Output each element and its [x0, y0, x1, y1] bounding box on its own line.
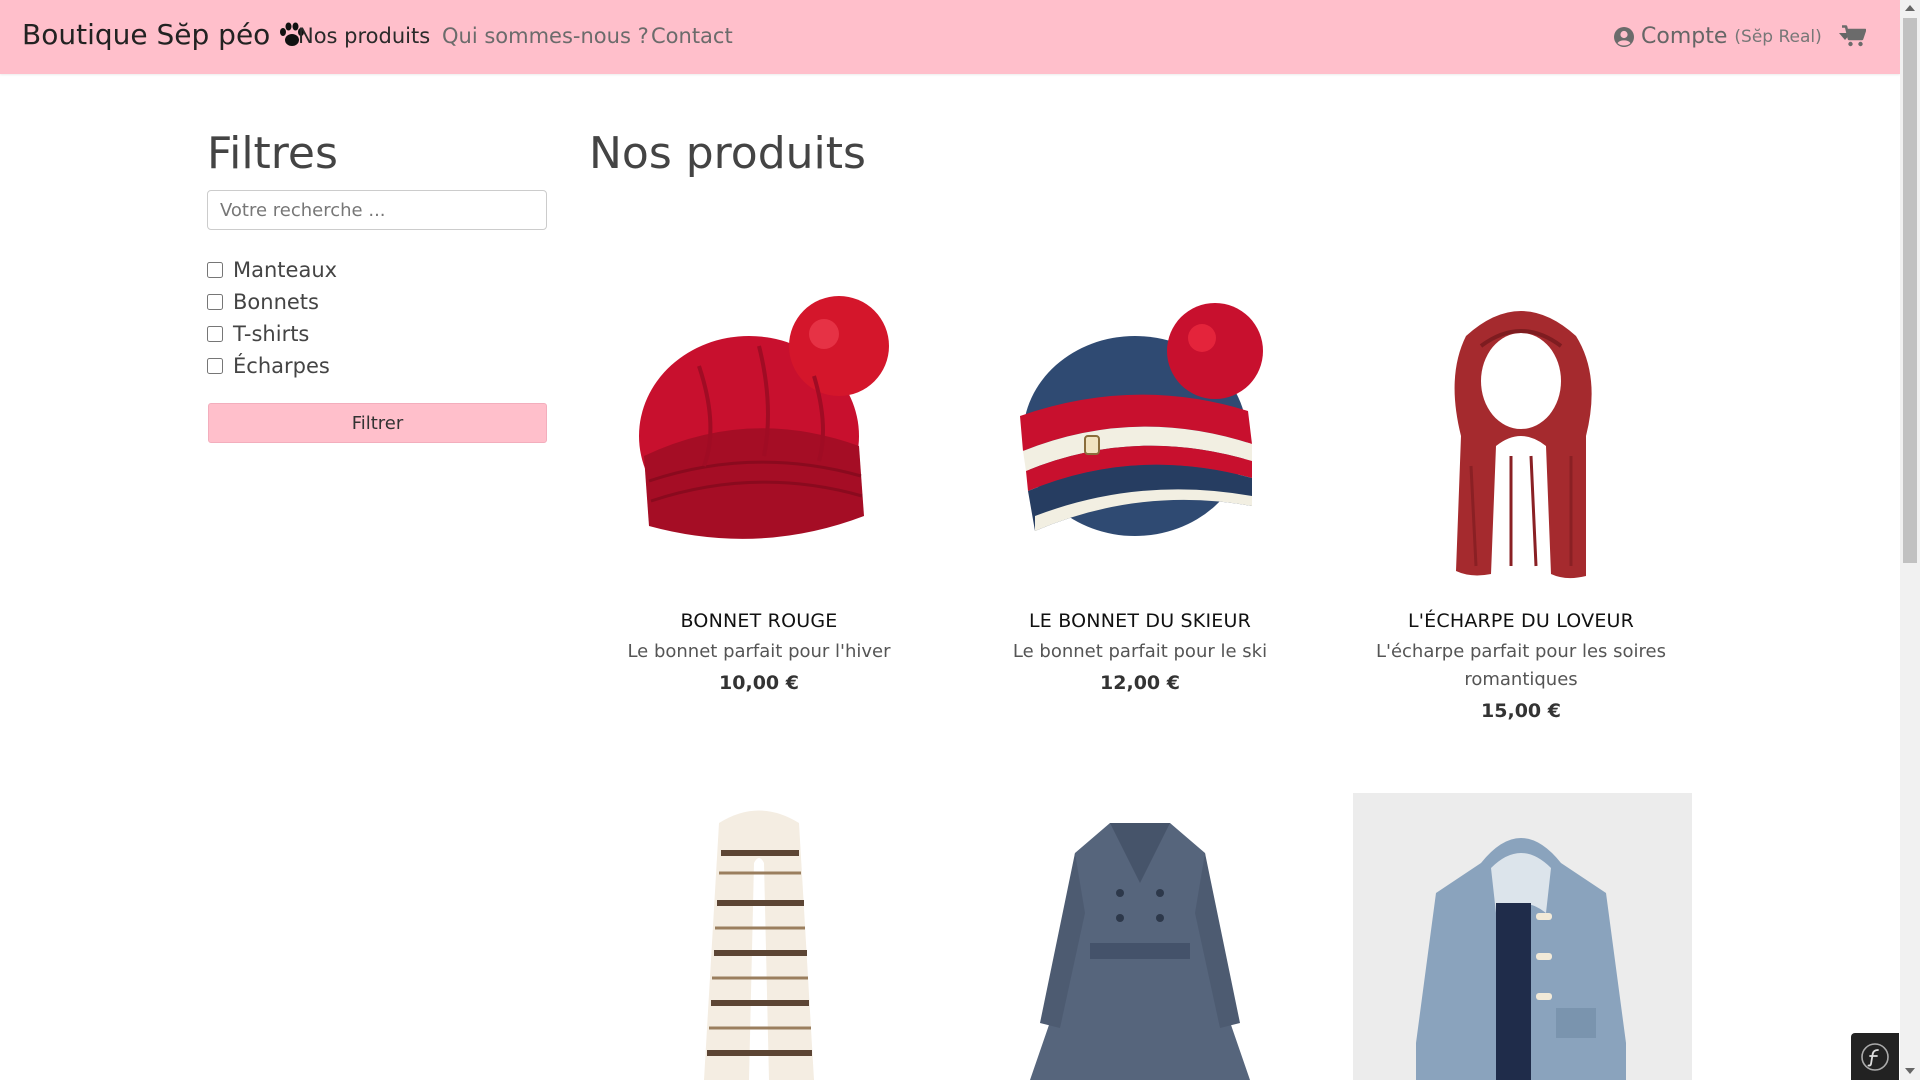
product-name[interactable]: LE BONNET DU SKIEUR [970, 610, 1310, 632]
brand-link[interactable]: Boutique Sĕp péo [22, 18, 306, 51]
nav-link-contact[interactable]: Contact [651, 24, 733, 48]
product-price: 10,00 € [719, 672, 799, 694]
filter-label: Bonnets [233, 290, 319, 314]
filter-option-echarpes[interactable]: Écharpes [207, 354, 330, 378]
checkbox-bonnets[interactable] [207, 294, 223, 310]
product-price: 12,00 € [1100, 672, 1180, 694]
page-scrollbar[interactable] [1900, 0, 1920, 1080]
product-image-striped-scarf[interactable] [609, 793, 909, 1080]
checkbox-tshirts[interactable] [207, 326, 223, 342]
product-description: Le bonnet parfait pour l'hiver [627, 641, 891, 662]
account-username: (Sĕp Real) [1734, 26, 1822, 47]
top-navbar: Boutique Sĕp péo Nos produits Qui sommes… [0, 0, 1900, 74]
symfony-toolbar-button[interactable] [1851, 1033, 1899, 1080]
brand-name: Boutique Sĕp péo [22, 18, 271, 51]
filter-label: T-shirts [233, 322, 310, 346]
product-image-duffle-coat[interactable] [1371, 793, 1671, 1080]
account-dropdown[interactable]: Compte (Sĕp Real) [1614, 24, 1851, 49]
symfony-icon [1861, 1042, 1889, 1071]
shopping-cart-icon [1842, 25, 1867, 47]
cart-button[interactable] [1842, 25, 1867, 51]
filter-label: Écharpes [233, 354, 330, 378]
product-description: Le bonnet parfait pour le ski [1012, 641, 1268, 662]
product-description: L'écharpe parfait pour les soires romant… [1375, 641, 1666, 690]
filters-heading: Filtres [207, 128, 338, 179]
filter-option-bonnets[interactable]: Bonnets [207, 290, 319, 314]
nav-link-about[interactable]: Qui sommes-nous ? [442, 24, 649, 48]
product-image-red-beanie[interactable] [609, 286, 909, 586]
scroll-thumb[interactable] [1903, 18, 1917, 563]
nav-link-products[interactable]: Nos produits [298, 24, 430, 48]
search-input[interactable] [207, 190, 547, 230]
product-image-grey-coat[interactable] [990, 793, 1290, 1080]
filter-option-manteaux[interactable]: Manteaux [207, 258, 337, 282]
products-heading: Nos produits [589, 128, 866, 179]
user-circle-icon [1614, 26, 1634, 47]
filter-option-tshirts[interactable]: T-shirts [207, 322, 309, 346]
checkbox-echarpes[interactable] [207, 358, 223, 374]
product-name[interactable]: L'ÉCHARPE DU LOVEUR [1351, 610, 1691, 632]
account-label: Compte [1641, 24, 1728, 49]
product-image-red-scarf[interactable] [1371, 286, 1671, 586]
product-image-ski-beanie[interactable] [990, 286, 1290, 586]
scroll-up-icon[interactable] [1905, 5, 1915, 11]
filter-button[interactable]: Filtrer [208, 403, 547, 443]
scroll-down-icon[interactable] [1905, 1068, 1915, 1074]
product-price: 15,00 € [1481, 700, 1561, 722]
product-name[interactable]: BONNET ROUGE [589, 610, 929, 632]
checkbox-manteaux[interactable] [207, 262, 223, 278]
filter-label: Manteaux [233, 258, 338, 282]
